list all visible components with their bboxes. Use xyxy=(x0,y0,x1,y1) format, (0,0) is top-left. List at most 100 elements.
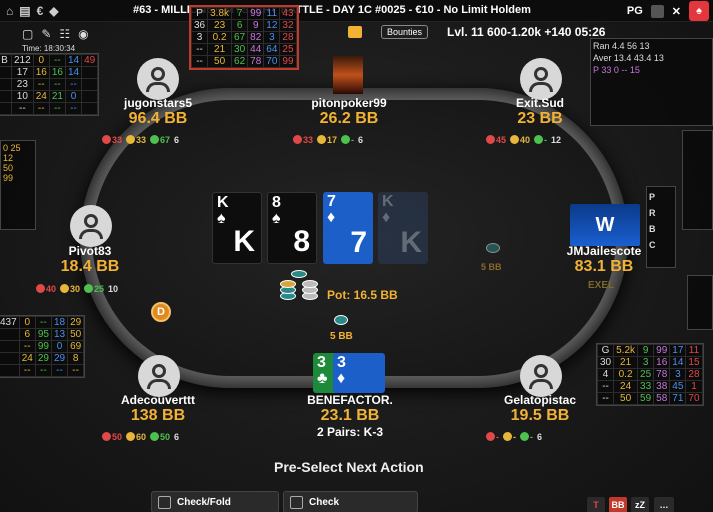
hud-left-side: 0 25 12 50 99 xyxy=(0,140,36,230)
seat-jmjailescote[interactable]: JMJailescote 83.1 BB xyxy=(559,244,649,276)
seat-pivot83[interactable]: Pivot83 18.4 BB xyxy=(50,244,130,276)
player-name: JMJailescote xyxy=(566,244,642,258)
hud-left-top: B 212 0 -- 14 49 17 16 16 14 23 -- -- -- 10 24 21 0 -- -- --… xyxy=(0,53,100,116)
hud-cell: 0.2 xyxy=(613,368,639,381)
hud-cell xyxy=(81,90,99,103)
hud-cell: 24 xyxy=(32,90,50,103)
hud-cell: 16 xyxy=(48,66,66,79)
pfr: 30 xyxy=(70,284,81,294)
avatar[interactable] xyxy=(520,355,562,397)
hand-strength: 2 Pairs: K-3 xyxy=(316,425,384,439)
seat-exit-sud[interactable]: Exit.Sud 23 BB xyxy=(500,96,580,128)
check-fold-checkbox[interactable] xyxy=(158,495,171,509)
hud-top-table: P 3.8k 7 99 11 43 36 23 6 9 12 32 3 0.2 67 82 3 28 -- 21 30 4… xyxy=(190,7,297,68)
hud-cell: 29 xyxy=(67,316,85,329)
seat-adecouverttt[interactable]: Adecouverttt 138 BB xyxy=(111,393,205,425)
seat-pitonpoker99[interactable]: pitonpoker99 26.2 BB xyxy=(300,96,398,128)
bounties-button[interactable]: Bounties xyxy=(381,25,429,39)
hud-cell: 30 xyxy=(596,356,615,369)
check-fold-label: Check/Fold xyxy=(177,496,231,508)
hud-cell: 25 xyxy=(279,43,297,56)
sleep-icon[interactable]: zZ xyxy=(631,497,649,512)
hud-cell: 21 xyxy=(48,90,66,103)
hud-cell: 21 xyxy=(207,43,233,56)
hud-top-popup: P 3.8k 7 99 11 43 36 23 6 9 12 32 3 0.2 67 82 3 28 -- 21 30 4… xyxy=(189,5,299,70)
player-name: Gelatopistac xyxy=(503,393,577,407)
more-icon[interactable]: … xyxy=(654,497,674,512)
euro-icon[interactable]: € xyxy=(37,4,44,18)
lobby-icon[interactable]: ▤ xyxy=(19,4,30,18)
hud-cell: -- xyxy=(18,364,36,377)
hud-cell: 14 xyxy=(64,66,83,79)
vpip: 33 xyxy=(112,135,123,145)
hands: 12 xyxy=(551,135,562,145)
hud-right-top-line2: Aver 13.4 43.4 13 xyxy=(593,53,664,63)
hud-cell: 18 xyxy=(50,316,69,329)
hud-cell: 3 xyxy=(190,31,209,44)
close-icon[interactable]: ✕ xyxy=(672,5,681,18)
hud-row: -- 99 0 69 xyxy=(0,340,85,353)
hud-cell xyxy=(0,352,20,365)
hud-cell: 99 xyxy=(34,340,52,353)
hud-row: -- 50 59 58 71 70 xyxy=(596,392,703,405)
avatar[interactable] xyxy=(138,355,180,397)
card-rank-large: K xyxy=(400,226,422,259)
hud-cell: 67 xyxy=(231,31,249,44)
hud-cell: 6 xyxy=(231,19,249,32)
hud-cell: B xyxy=(0,54,12,67)
hud-cell: -- xyxy=(50,364,69,377)
pot-chips xyxy=(280,268,324,302)
note-icon[interactable]: ✎ xyxy=(41,27,51,41)
player-stats: 45 40 - 12 xyxy=(486,135,561,145)
hud-cell: 33 xyxy=(637,380,655,393)
palette-icon[interactable]: ◉ xyxy=(78,27,88,41)
minimize-icon[interactable] xyxy=(650,4,664,18)
board-card-2: 8 ♠ 8 xyxy=(267,192,317,264)
card-suit: ♦ xyxy=(337,370,346,387)
hud-cell: 12 xyxy=(263,19,281,32)
avatar[interactable] xyxy=(520,58,562,100)
seat-jugonstars5[interactable]: jugonstars5 96.4 BB xyxy=(120,96,196,128)
avatar[interactable]: W xyxy=(570,204,640,246)
stats-icon[interactable]: ☷ xyxy=(59,27,70,41)
hero-bet-chip xyxy=(334,315,348,325)
seat-gelatopistac[interactable]: Gelatopistac 19.5 BB xyxy=(496,393,584,425)
layout-icon[interactable]: ▢ xyxy=(22,27,33,41)
hud-cell: -- xyxy=(48,102,66,115)
tag-icon[interactable]: T xyxy=(587,497,605,512)
player-stats: 33 33 67 6 xyxy=(102,135,179,145)
hud-cell xyxy=(0,78,12,91)
avatar[interactable] xyxy=(137,58,179,100)
hud-cell: 70 xyxy=(685,392,703,405)
check-button[interactable]: Check xyxy=(283,491,418,512)
right-bet: 5 BB xyxy=(481,262,502,272)
avatar[interactable] xyxy=(70,205,112,247)
seat-hero-benefactor[interactable]: BENEFACTOR. 23.1 BB 2 Pairs: K-3 xyxy=(295,393,405,439)
hud-cell: 28 xyxy=(279,31,297,44)
threebet: 50 xyxy=(160,432,171,442)
hud-cell: 99 xyxy=(653,344,671,357)
card-rank-large: 7 xyxy=(350,226,367,259)
hud-cell: 0 xyxy=(18,316,36,329)
hud-left-side-values: 0 25 12 50 99 xyxy=(3,143,21,183)
check-fold-button[interactable]: Check/Fold xyxy=(151,491,279,512)
pokerstars-icon[interactable]: ♠ xyxy=(689,1,709,21)
card-suit: ♣ xyxy=(317,370,328,387)
avatar[interactable] xyxy=(333,56,363,94)
hands: 10 xyxy=(108,284,119,294)
airplane-icon[interactable] xyxy=(348,26,362,38)
pfr: 60 xyxy=(136,432,147,442)
hud-cell xyxy=(0,102,12,115)
hud-cell: 62 xyxy=(231,55,249,68)
hud-right-prc: PRBC xyxy=(646,186,676,268)
hud-cell: 11 xyxy=(685,344,703,357)
hud-cell: 23 xyxy=(11,78,34,91)
home-icon[interactable]: ⌂ xyxy=(6,4,13,18)
player-name: Exit.Sud xyxy=(515,96,564,110)
check-checkbox[interactable] xyxy=(290,495,303,509)
hud-cell: 0 xyxy=(32,54,50,67)
hud-cell: 59 xyxy=(637,392,655,405)
player-name: Adecouverttt xyxy=(120,393,195,407)
bb-icon[interactable]: BB xyxy=(609,497,627,512)
hud-right-side xyxy=(682,130,713,230)
